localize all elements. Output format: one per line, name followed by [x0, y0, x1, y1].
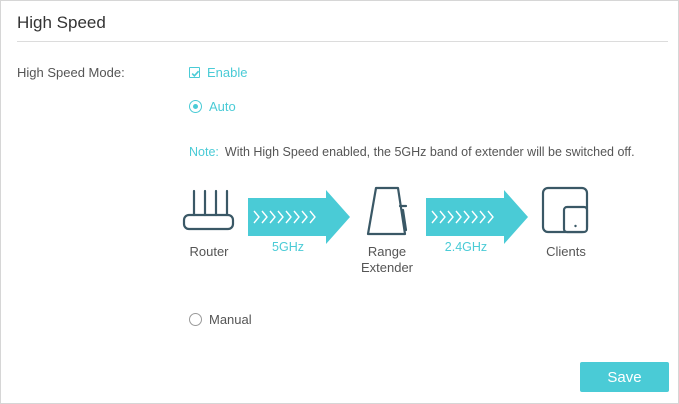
range-extender-label-line2: Extender: [360, 260, 414, 275]
manual-label: Manual: [209, 312, 252, 327]
manual-radio[interactable]: [189, 313, 202, 326]
manual-radio-row[interactable]: Manual: [189, 312, 252, 327]
range-extender-label: Range Extender: [352, 244, 422, 276]
band-2-4ghz-label: 2.4GHz: [444, 240, 488, 254]
clients-label: Clients: [546, 244, 586, 259]
clients-icon: [541, 186, 589, 234]
arrow-2-4ghz: [426, 190, 528, 244]
save-button[interactable]: Save: [580, 362, 669, 392]
router-icon: [182, 189, 235, 231]
arrow-5ghz: [248, 190, 350, 244]
high-speed-diagram: [182, 186, 589, 244]
range-extender-label-line1: Range: [367, 244, 407, 259]
router-label: Router: [189, 244, 229, 259]
band-5ghz-label: 5GHz: [272, 240, 304, 254]
range-extender-icon: [366, 186, 408, 236]
